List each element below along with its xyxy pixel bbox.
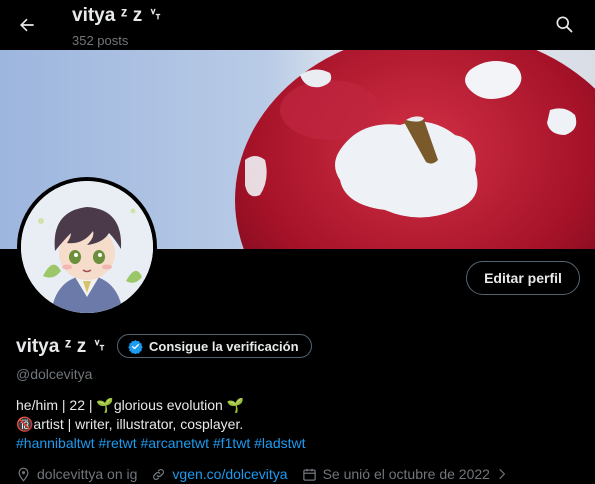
avatar-image	[21, 181, 153, 313]
search-button[interactable]	[551, 11, 577, 37]
edit-profile-button[interactable]: Editar perfil	[466, 261, 580, 295]
get-verified-button[interactable]: Consigue la verificación	[117, 334, 312, 358]
back-button[interactable]	[14, 12, 40, 38]
joined-text: Se unió el octubre de 2022	[322, 466, 490, 482]
profile-meta: dolcevittya on ig vgen.co/dolcevitya Se …	[16, 466, 522, 482]
page-title: vitya ᶻ z ␋	[72, 5, 163, 26]
website-link[interactable]: vgen.co/dolcevitya	[172, 466, 287, 482]
search-icon	[556, 16, 573, 33]
avatar[interactable]	[21, 181, 153, 313]
profile-bio: he/him | 22 | 🌱glorious evolution 🌱 🔞art…	[16, 396, 306, 453]
posts-count: 352 posts	[72, 33, 129, 48]
location-text: dolcevittya on ig	[37, 466, 138, 482]
bio-line-2: 🔞artist | writer, illustrator, cosplayer…	[16, 416, 244, 432]
display-name: vitya ᶻ z ␋	[16, 336, 107, 357]
get-verified-label: Consigue la verificación	[149, 338, 299, 354]
bio-line-1: he/him | 22 | 🌱glorious evolution 🌱	[16, 397, 245, 413]
chevron-right-icon	[499, 468, 506, 480]
location-pin-icon	[18, 467, 29, 482]
user-handle: @dolcevitya	[16, 366, 93, 382]
avatar-border	[17, 177, 157, 317]
website-item[interactable]: vgen.co/dolcevitya	[151, 466, 288, 482]
verified-badge-icon	[128, 339, 143, 354]
arrow-left-icon	[20, 18, 34, 32]
link-icon	[153, 468, 165, 480]
bio-hashtags[interactable]: #hannibaltwt #retwt #arcanetwt #f1twt #l…	[16, 434, 306, 453]
top-bar: vitya ᶻ z ␋ 352 posts	[0, 0, 595, 50]
calendar-icon	[302, 468, 316, 481]
location-item: dolcevittya on ig	[16, 466, 137, 482]
joined-item[interactable]: Se unió el octubre de 2022	[302, 466, 508, 482]
profile-name-row: vitya ᶻ z ␋	[16, 336, 107, 358]
